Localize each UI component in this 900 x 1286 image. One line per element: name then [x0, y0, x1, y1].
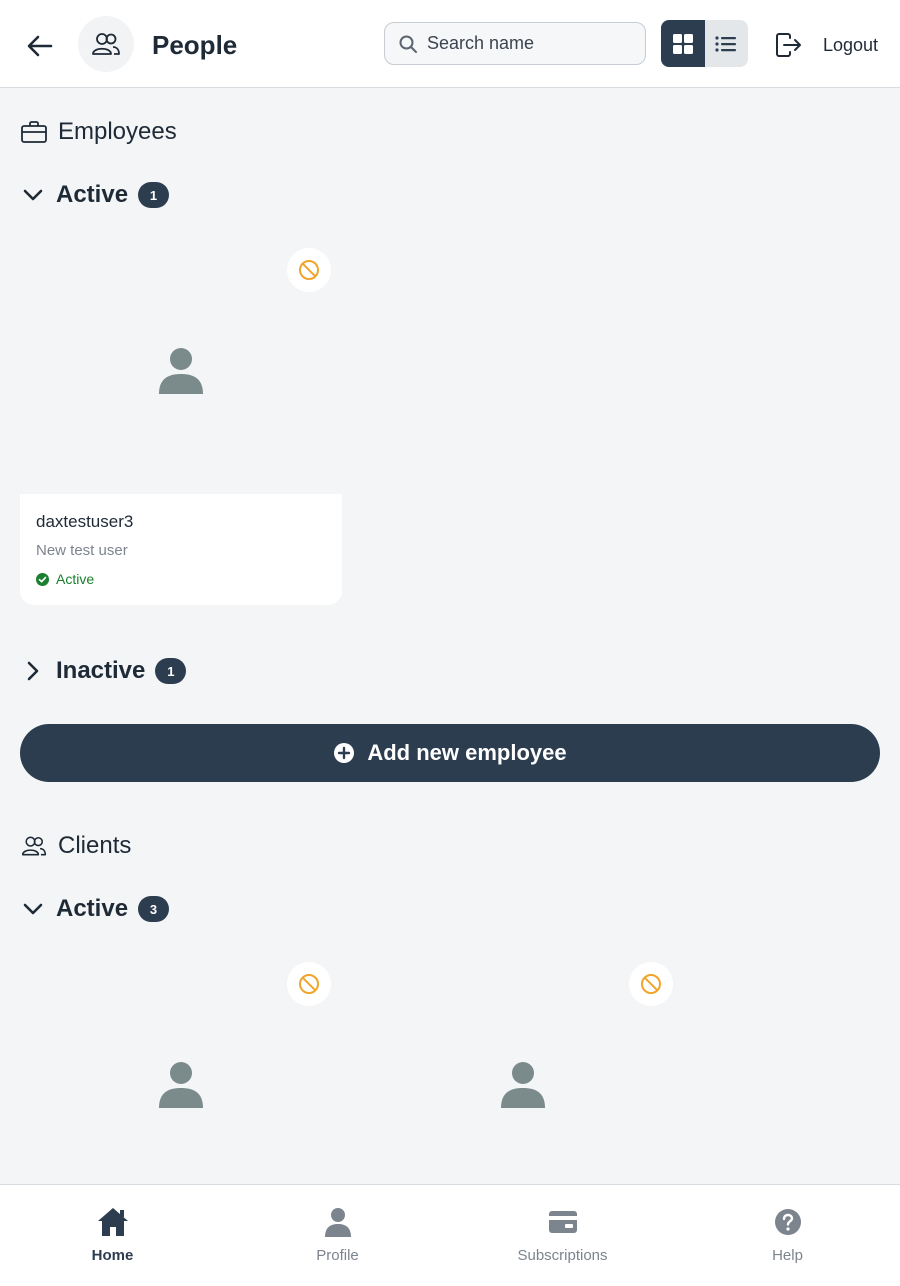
nav-item-subscriptions[interactable]: Subscriptions	[450, 1185, 675, 1286]
logout-icon	[776, 33, 801, 57]
chevron-down-icon	[20, 182, 46, 208]
help-icon	[771, 1205, 805, 1239]
search-icon	[399, 35, 417, 53]
block-user-button[interactable]	[629, 962, 673, 1006]
home-icon	[96, 1205, 130, 1239]
logout-link[interactable]: Logout	[823, 35, 878, 56]
plus-circle-icon	[334, 743, 355, 763]
search-input[interactable]	[427, 33, 627, 54]
person-placeholder-icon	[159, 347, 203, 394]
check-circle-icon	[36, 572, 49, 586]
block-icon	[299, 974, 319, 994]
group-label: Active	[56, 181, 129, 208]
client-card[interactable]	[20, 961, 342, 1184]
person-placeholder-icon	[501, 1061, 545, 1108]
add-button-label: Add new employee	[367, 740, 567, 765]
clients-active-group-toggle[interactable]: Active 3	[20, 895, 170, 923]
employees-inactive-group-toggle[interactable]: Inactive 1	[20, 657, 187, 685]
grid-icon	[672, 33, 693, 54]
nav-item-label: Profile	[316, 1247, 359, 1264]
search-box[interactable]	[384, 22, 646, 65]
block-user-button[interactable]	[287, 248, 331, 292]
group-label: Active	[56, 895, 129, 922]
people-section-avatar	[78, 16, 134, 72]
person-placeholder-icon	[159, 1061, 203, 1108]
nav-item-help[interactable]: Help	[675, 1185, 900, 1286]
employees-label: Employees	[58, 118, 177, 145]
add-new-employee-button[interactable]: Add new employee	[20, 724, 880, 782]
status-badge: Active	[36, 571, 326, 587]
briefcase-icon	[20, 118, 48, 146]
block-icon	[299, 260, 319, 280]
employees-active-group-toggle[interactable]: Active 1	[20, 181, 170, 209]
top-header: People Search name Logout	[0, 0, 900, 88]
grid-view-button[interactable]	[661, 20, 705, 67]
clients-label: Clients	[58, 832, 132, 859]
card-info: daxtestuser3 New test user Active	[20, 494, 342, 605]
chevron-right-icon	[20, 658, 46, 684]
logout-button[interactable]	[774, 30, 804, 60]
nav-item-profile[interactable]: Profile	[225, 1185, 450, 1286]
count-badge: 1	[138, 182, 170, 208]
arrow-left-icon	[27, 35, 53, 57]
employees-section-title: Employees	[20, 118, 177, 146]
nav-item-home[interactable]: Home	[0, 1185, 225, 1286]
nav-item-label: Home	[91, 1247, 134, 1264]
people-icon	[92, 33, 120, 55]
person-icon	[321, 1205, 355, 1239]
employee-description: New test user	[36, 542, 128, 559]
list-icon	[715, 35, 737, 52]
count-badge: 1	[155, 658, 187, 684]
bottom-navigation: Home Profile Subscriptions Help	[0, 1184, 900, 1286]
status-label: Active	[56, 571, 95, 587]
page-title: People	[152, 30, 238, 60]
back-button[interactable]	[22, 28, 58, 64]
client-card[interactable]	[362, 961, 684, 1184]
clients-section-title: Clients	[20, 832, 131, 860]
people-icon	[20, 832, 48, 860]
employee-name: daxtestuser3	[36, 512, 134, 531]
count-badge: 3	[138, 896, 170, 922]
credit-card-icon	[546, 1205, 580, 1239]
group-label: Inactive	[56, 657, 146, 684]
nav-item-label: Subscriptions	[517, 1247, 608, 1264]
nav-item-label: Help	[772, 1247, 803, 1264]
list-view-button[interactable]	[705, 20, 749, 67]
view-toggle	[661, 20, 748, 67]
block-user-button[interactable]	[287, 962, 331, 1006]
block-icon	[641, 974, 661, 994]
chevron-down-icon	[20, 896, 46, 922]
